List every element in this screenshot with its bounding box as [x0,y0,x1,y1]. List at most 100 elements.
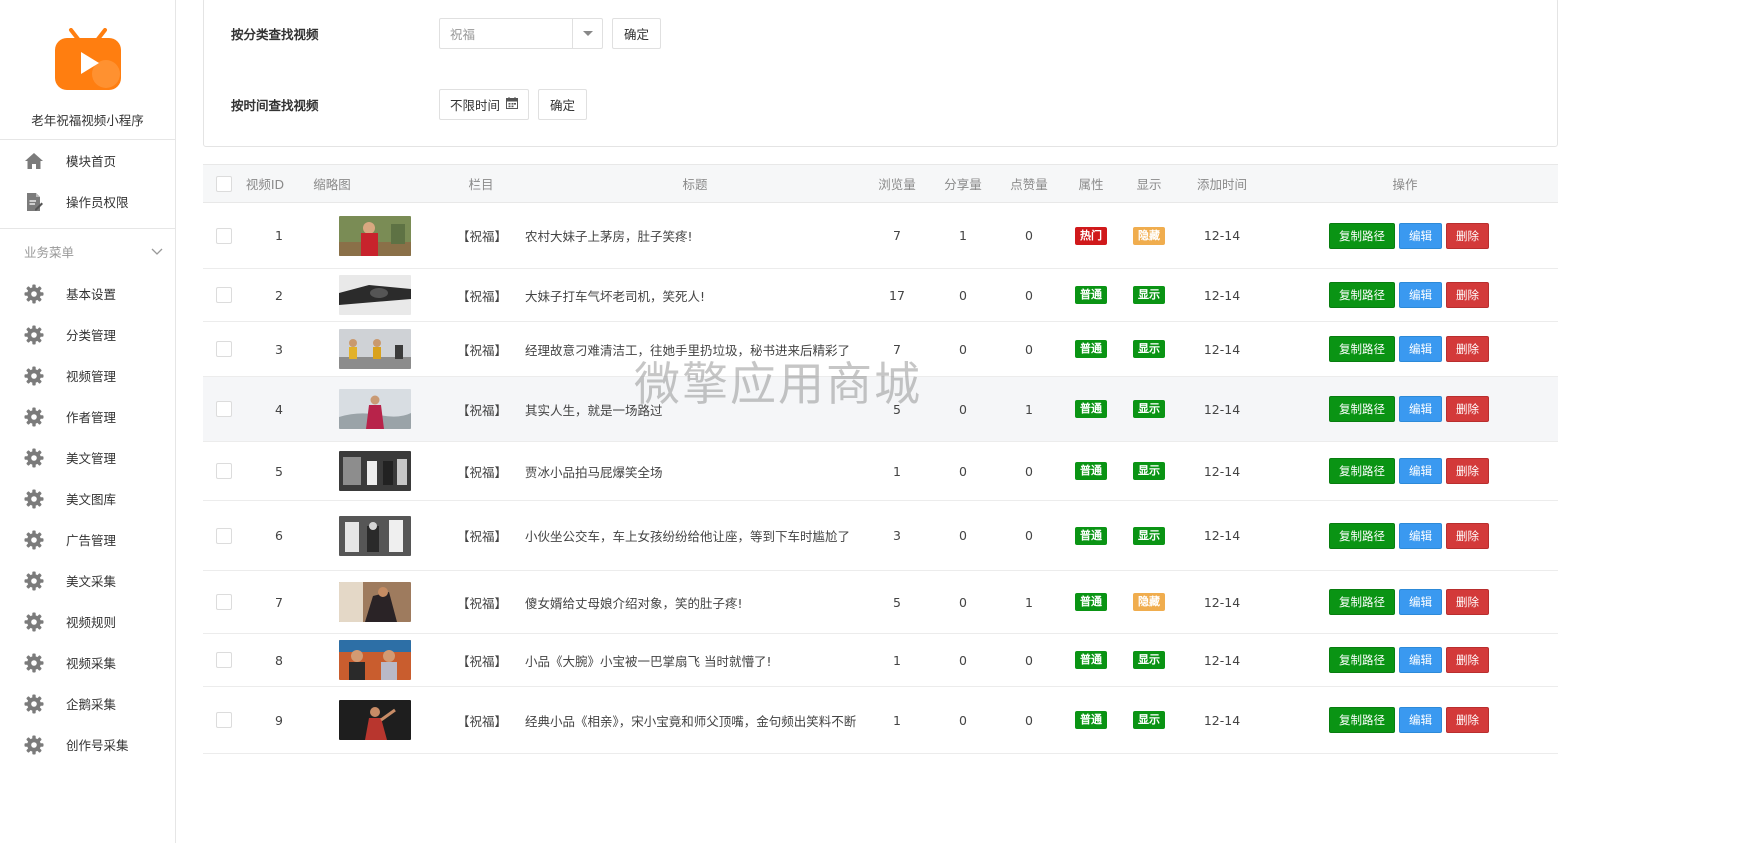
display-badge: 显示 [1133,340,1165,358]
table-row: 6 【祝福】 小伙坐公交车，车上女孩纷纷给他让座，等到下车时尴尬了 3 0 0 普通 显示 12… [203,501,1558,571]
video-thumbnail[interactable] [339,451,411,491]
cell-shares: 0 [959,287,967,303]
row-checkbox[interactable] [216,571,232,633]
edit-button[interactable]: 编辑 [1399,222,1442,249]
cell-shares: 0 [959,652,967,668]
edit-button[interactable]: 编辑 [1399,707,1442,733]
sidebar-item-3[interactable]: 作者管理 [0,396,175,437]
cell-added: 12-14 [1203,341,1241,357]
cell-thumb[interactable] [339,634,411,686]
video-thumbnail[interactable] [339,215,411,256]
copy-path-button[interactable]: 复制路径 [1329,458,1395,484]
category-confirm-button[interactable]: 确定 [612,18,662,49]
table-row: 9 【祝福】 经典小品《相亲》，宋小宝竟和师父顶嘴，金句频出笑料不断 1 0 0 普通 显示 1… [203,687,1558,754]
cell-thumb[interactable] [339,322,411,376]
cell-title: 小品《大腕》小宝被一巴掌扇飞 当时就懵了! [525,653,772,669]
sidebar-item-2[interactable]: 视频管理 [0,355,175,396]
delete-button[interactable]: 删除 [1446,222,1489,249]
video-thumbnail[interactable] [339,700,411,740]
row-checkbox[interactable] [216,377,232,441]
copy-path-button[interactable]: 复制路径 [1329,336,1395,362]
video-thumbnail[interactable] [339,640,411,680]
cell-thumb[interactable] [339,269,411,321]
cell-actions: 复制路径 编辑 删除 [1329,687,1493,753]
video-thumbnail[interactable] [339,515,411,556]
row-checkbox[interactable] [216,634,232,686]
sidebar-item-7[interactable]: 美文采集 [0,560,175,601]
category-select[interactable]: 祝福 [439,18,603,49]
cell-attr: 普通 [1063,322,1119,376]
cell-likes: 0 [1025,228,1033,243]
sidebar-item-0[interactable]: 基本设置 [0,273,175,314]
cell-shares: 0 [959,341,967,357]
edit-button[interactable]: 编辑 [1399,589,1442,615]
row-checkbox[interactable] [216,442,232,500]
row-checkbox[interactable] [216,501,232,570]
select-all-checkbox[interactable] [216,175,232,192]
cell-thumb[interactable] [339,377,411,441]
sidebar-item-4[interactable]: 美文管理 [0,437,175,478]
edit-button[interactable]: 编辑 [1399,647,1442,673]
video-thumbnail[interactable] [339,275,411,315]
delete-button[interactable]: 删除 [1446,396,1489,422]
delete-button[interactable]: 删除 [1446,707,1489,733]
sidebar-item-8[interactable]: 视频规则 [0,601,175,642]
display-badge: 显示 [1133,711,1165,729]
filter-panel: 按分类查找视频 祝福 确定 按时间查找视频 不限时间 确定 [203,0,1558,147]
cell-title: 经理故意刁难清洁工，往她手里扔垃圾，秘书进来后精彩了 [525,342,851,358]
delete-button[interactable]: 删除 [1446,458,1489,484]
cell-thumb[interactable] [339,442,411,500]
sidebar-item-6[interactable]: 广告管理 [0,519,175,560]
cell-views: 1 [893,652,901,668]
copy-path-button[interactable]: 复制路径 [1329,647,1395,673]
row-checkbox[interactable] [216,203,232,268]
video-thumbnail[interactable] [339,389,411,429]
sidebar-top-item-1[interactable]: 操作员权限 [0,181,175,222]
cell-attr: 普通 [1063,571,1119,633]
row-checkbox[interactable] [216,687,232,753]
sidebar-item-5[interactable]: 美文图库 [0,478,175,519]
row-checkbox[interactable] [216,269,232,321]
sidebar-item-11[interactable]: 创作号采集 [0,724,175,765]
edit-button[interactable]: 编辑 [1399,522,1442,549]
delete-button[interactable]: 删除 [1446,589,1489,615]
cell-thumb[interactable] [339,501,411,570]
time-picker[interactable]: 不限时间 [439,89,530,120]
cell-thumb[interactable] [339,687,411,753]
cell-title: 大妹子打车气坏老司机，笑死人! [525,288,706,304]
copy-path-button[interactable]: 复制路径 [1329,589,1395,615]
cell-likes: 0 [1025,341,1033,357]
copy-path-button[interactable]: 复制路径 [1329,282,1395,308]
cell-thumb[interactable] [339,203,411,268]
copy-path-button[interactable]: 复制路径 [1329,707,1395,733]
video-thumbnail[interactable] [339,329,411,369]
sidebar-item-1[interactable]: 分类管理 [0,314,175,355]
edit-button[interactable]: 编辑 [1399,458,1442,484]
copy-path-button[interactable]: 复制路径 [1329,222,1395,249]
delete-button[interactable]: 删除 [1446,336,1489,362]
cell-likes: 0 [1025,528,1033,543]
edit-button[interactable]: 编辑 [1399,396,1442,422]
delete-button[interactable]: 删除 [1446,647,1489,673]
cell-column: 【祝福】 [457,595,508,611]
cell-thumb[interactable] [339,571,411,633]
copy-path-button[interactable]: 复制路径 [1329,396,1395,422]
cell-likes: 0 [1025,652,1033,668]
sidebar-item-9[interactable]: 视频采集 [0,642,175,683]
display-badge: 显示 [1133,462,1165,480]
sidebar-top-item-0[interactable]: 模块首页 [0,140,175,181]
row-checkbox[interactable] [216,322,232,376]
calendar-icon [506,97,519,112]
edit-button[interactable]: 编辑 [1399,282,1442,308]
delete-button[interactable]: 删除 [1446,282,1489,308]
time-confirm-button[interactable]: 确定 [538,89,588,120]
video-thumbnail[interactable] [339,582,411,622]
cell-actions: 复制路径 编辑 删除 [1329,634,1493,686]
cell-display: 隐藏 [1121,203,1177,268]
delete-button[interactable]: 删除 [1446,522,1489,549]
group-header-business-menu[interactable]: 业务菜单 [0,229,175,273]
sidebar-item-10[interactable]: 企鹅采集 [0,683,175,724]
nav-item-label: 作者管理 [66,410,117,425]
edit-button[interactable]: 编辑 [1399,336,1442,362]
copy-path-button[interactable]: 复制路径 [1329,522,1395,549]
